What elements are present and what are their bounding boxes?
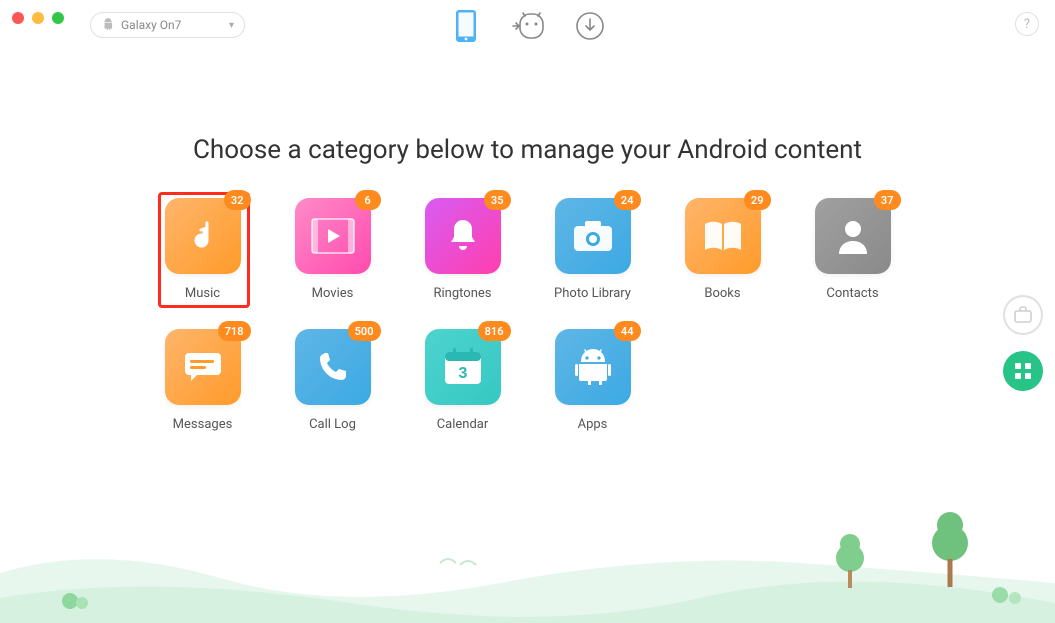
category-apps[interactable]: 44 Apps [528,329,658,432]
calllog-count-badge: 500 [348,321,381,341]
device-tab-button[interactable] [448,8,484,44]
music-icon: 32 [165,198,241,274]
download-tab-button[interactable] [572,8,608,44]
contacts-icon: 37 [815,198,891,274]
window-controls [12,12,64,24]
category-movies[interactable]: 6 Movies [268,198,398,301]
grid-view-button[interactable] [1003,351,1043,391]
help-button[interactable]: ? [1015,12,1039,36]
transfer-tab-button[interactable] [510,8,546,44]
books-label: Books [704,286,740,301]
messages-count-badge: 718 [218,321,251,341]
category-calendar[interactable]: 3 816 Calendar [398,329,528,432]
category-photo-library[interactable]: 24 Photo Library [528,198,658,301]
apps-count-badge: 44 [614,321,641,341]
side-buttons [1003,295,1043,391]
books-count-badge: 29 [744,190,771,210]
device-selector[interactable]: Galaxy On7 ▾ [90,12,245,38]
calllog-icon: 500 [295,329,371,405]
calendar-count-badge: 816 [478,321,511,341]
category-books[interactable]: 29 Books [658,198,788,301]
decorative-landscape [0,503,1055,623]
ringtone-icon: 35 [425,198,501,274]
contacts-label: Contacts [826,286,878,301]
music-label: Music [185,286,220,301]
category-ringtones[interactable]: 35 Ringtones [398,198,528,301]
messages-label: Messages [173,417,233,432]
contacts-count-badge: 37 [874,190,901,210]
calendar-label: Calendar [437,417,489,432]
category-grid: 32 Music 6 Movies 35 Ringtones 24 Photo … [138,198,918,432]
category-contacts[interactable]: 37 Contacts [788,198,918,301]
calendar-icon: 3 816 [425,329,501,405]
photos-count-badge: 24 [614,190,641,210]
apps-icon: 44 [555,329,631,405]
movies-count-badge: 6 [355,190,381,210]
category-messages[interactable]: 718 Messages [138,329,268,432]
music-count-badge: 32 [224,190,251,210]
movies-label: Movies [312,286,354,301]
category-music[interactable]: 32 Music [138,198,268,301]
calllog-label: Call Log [309,417,356,432]
photo-icon: 24 [555,198,631,274]
svg-text:3: 3 [458,365,467,382]
apps-label: Apps [578,417,608,432]
main-toolbar [448,8,608,44]
ringtones-label: Ringtones [434,286,492,301]
page-heading: Choose a category below to manage your A… [0,135,1055,165]
android-icon [101,17,115,34]
messages-icon: 718 [165,329,241,405]
photos-label: Photo Library [554,286,631,301]
category-call-log[interactable]: 500 Call Log [268,329,398,432]
minimize-window-button[interactable] [32,12,44,24]
maximize-window-button[interactable] [52,12,64,24]
toolbox-button[interactable] [1003,295,1043,335]
device-name: Galaxy On7 [121,18,181,32]
books-icon: 29 [685,198,761,274]
movies-icon: 6 [295,198,371,274]
chevron-down-icon: ▾ [229,20,234,31]
close-window-button[interactable] [12,12,24,24]
ringtones-count-badge: 35 [484,190,511,210]
help-label: ? [1024,17,1030,32]
